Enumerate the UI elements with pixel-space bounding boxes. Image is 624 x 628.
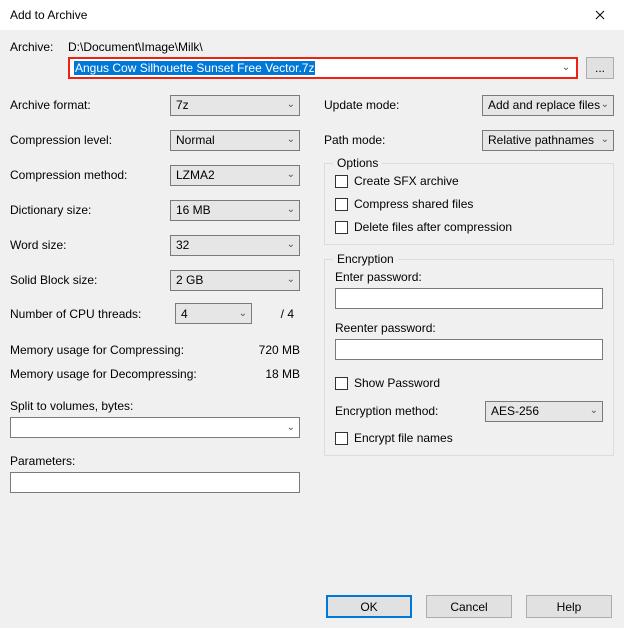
- archive-filename-combo[interactable]: Angus Cow Silhouette Sunset Free Vector.…: [68, 57, 578, 79]
- cpu-threads-value: 4: [181, 307, 188, 321]
- word-size-value: 32: [176, 238, 189, 252]
- mem-compress-label: Memory usage for Compressing:: [10, 343, 184, 357]
- update-mode-label: Update mode:: [324, 98, 399, 112]
- help-button[interactable]: Help: [526, 595, 612, 618]
- sfx-label: Create SFX archive: [354, 174, 459, 188]
- encryption-method-select[interactable]: AES-256 ⌄: [485, 401, 603, 422]
- archive-filename-text: Angus Cow Silhouette Sunset Free Vector.…: [74, 61, 315, 75]
- dictionary-size-select[interactable]: 16 MB ⌄: [170, 200, 300, 221]
- chevron-down-icon: ⌄: [558, 63, 574, 73]
- parameters-input[interactable]: [10, 472, 300, 493]
- update-mode-value: Add and replace files: [488, 98, 600, 112]
- show-password-checkbox[interactable]: [335, 377, 348, 390]
- ok-button[interactable]: OK: [326, 595, 412, 618]
- compression-level-select[interactable]: Normal ⌄: [170, 130, 300, 151]
- chevron-down-icon: ⌄: [601, 135, 609, 145]
- show-password-label: Show Password: [354, 376, 440, 390]
- encryption-legend: Encryption: [333, 252, 398, 266]
- compression-method-select[interactable]: LZMA2 ⌄: [170, 165, 300, 186]
- browse-button[interactable]: ...: [586, 57, 614, 79]
- close-icon: [595, 10, 605, 20]
- solid-block-size-select[interactable]: 2 GB ⌄: [170, 270, 300, 291]
- compression-method-value: LZMA2: [176, 168, 215, 182]
- delete-after-label: Delete files after compression: [354, 220, 512, 234]
- path-mode-label: Path mode:: [324, 133, 385, 147]
- parameters-label: Parameters:: [10, 454, 300, 468]
- mem-decompress-value: 18 MB: [265, 367, 300, 381]
- encryption-method-value: AES-256: [491, 404, 539, 418]
- close-button[interactable]: [578, 0, 622, 30]
- compression-level-value: Normal: [176, 133, 215, 147]
- reenter-password-input[interactable]: [335, 339, 603, 360]
- chevron-down-icon: ⌄: [601, 100, 609, 110]
- archive-label: Archive:: [10, 40, 68, 54]
- reenter-password-label: Reenter password:: [335, 321, 603, 335]
- window-title: Add to Archive: [10, 8, 87, 22]
- sfx-checkbox[interactable]: [335, 175, 348, 188]
- options-group: Options Create SFX archive Compress shar…: [324, 163, 614, 245]
- chevron-down-icon: ⌄: [287, 135, 295, 145]
- encrypt-filenames-label: Encrypt file names: [354, 431, 453, 445]
- cpu-threads-total: / 4: [252, 307, 300, 321]
- chevron-down-icon: ⌄: [590, 406, 598, 416]
- cpu-threads-label: Number of CPU threads:: [10, 307, 175, 321]
- path-mode-value: Relative pathnames: [488, 133, 594, 147]
- compress-shared-label: Compress shared files: [354, 197, 473, 211]
- chevron-down-icon: ⌄: [239, 309, 247, 319]
- encrypt-filenames-checkbox[interactable]: [335, 432, 348, 445]
- split-volumes-select[interactable]: ⌄: [10, 417, 300, 438]
- enter-password-input[interactable]: [335, 288, 603, 309]
- enter-password-label: Enter password:: [335, 270, 603, 284]
- chevron-down-icon: ⌄: [287, 275, 295, 285]
- dictionary-size-label: Dictionary size:: [10, 203, 170, 217]
- solid-block-size-label: Solid Block size:: [10, 273, 170, 287]
- dictionary-size-value: 16 MB: [176, 203, 211, 217]
- chevron-down-icon: ⌄: [287, 205, 295, 215]
- encryption-method-label: Encryption method:: [335, 404, 438, 418]
- archive-format-value: 7z: [176, 98, 189, 112]
- archive-format-select[interactable]: 7z ⌄: [170, 95, 300, 116]
- options-legend: Options: [333, 156, 382, 170]
- path-mode-select[interactable]: Relative pathnames ⌄: [482, 130, 614, 151]
- encryption-group: Encryption Enter password: Reenter passw…: [324, 259, 614, 456]
- compress-shared-checkbox[interactable]: [335, 198, 348, 211]
- archive-format-label: Archive format:: [10, 98, 170, 112]
- cpu-threads-select[interactable]: 4 ⌄: [175, 303, 252, 324]
- chevron-down-icon: ⌄: [287, 170, 295, 180]
- chevron-down-icon: ⌄: [287, 100, 295, 110]
- split-volumes-label: Split to volumes, bytes:: [10, 399, 300, 413]
- delete-after-checkbox[interactable]: [335, 221, 348, 234]
- archive-path: D:\Document\Image\Milk\: [68, 40, 203, 54]
- word-size-label: Word size:: [10, 238, 170, 252]
- compression-level-label: Compression level:: [10, 133, 170, 147]
- chevron-down-icon: ⌄: [287, 240, 295, 250]
- mem-decompress-label: Memory usage for Decompressing:: [10, 367, 197, 381]
- cancel-button[interactable]: Cancel: [426, 595, 512, 618]
- chevron-down-icon: ⌄: [287, 423, 295, 433]
- compression-method-label: Compression method:: [10, 168, 170, 182]
- update-mode-select[interactable]: Add and replace files ⌄: [482, 95, 614, 116]
- solid-block-size-value: 2 GB: [176, 273, 203, 287]
- word-size-select[interactable]: 32 ⌄: [170, 235, 300, 256]
- mem-compress-value: 720 MB: [259, 343, 300, 357]
